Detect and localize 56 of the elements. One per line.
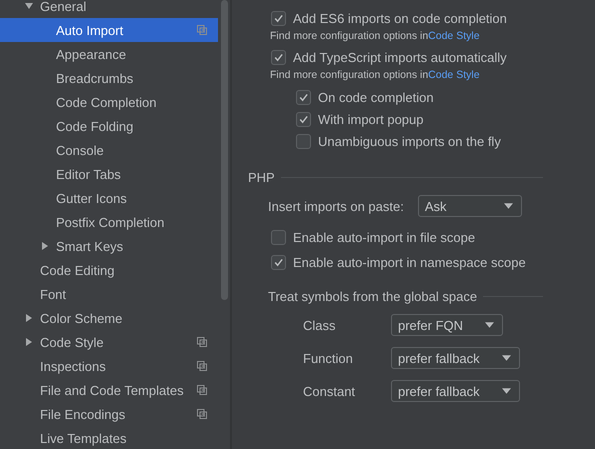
- caret-icon: [485, 322, 494, 328]
- hint-text: Find more configuration options inCode Style: [269, 29, 481, 44]
- checkbox[interactable]: [296, 134, 311, 148]
- sidebar-item[interactable]: Appearance: [0, 42, 218, 66]
- checkbox-label[interactable]: With import popup: [318, 112, 424, 126]
- field-label: Class: [303, 318, 336, 332]
- dropdown[interactable]: prefer FQN: [391, 314, 504, 336]
- caret-icon: [502, 388, 511, 394]
- checkbox-label[interactable]: Add TypeScript imports automatically: [293, 50, 507, 64]
- sidebar-item[interactable]: Font: [0, 282, 218, 306]
- checkbox-label[interactable]: Unambiguous imports on the fly: [318, 134, 501, 148]
- field-label: Function: [303, 350, 353, 366]
- group-title: Treat symbols from the global space: [268, 289, 478, 304]
- expand-arrow-icon[interactable]: [25, 2, 33, 10]
- sidebar-item[interactable]: Color Scheme: [0, 306, 218, 330]
- dropdown[interactable]: prefer fallback: [391, 347, 520, 369]
- checkbox[interactable]: [271, 230, 286, 245]
- checkbox-label[interactable]: Enable auto-import in file scope: [293, 230, 476, 245]
- expand-arrow-icon[interactable]: [41, 242, 49, 250]
- sidebar-item[interactable]: Gutter Icons: [0, 186, 218, 210]
- checkbox-label[interactable]: On code completion: [318, 90, 434, 104]
- sidebar-item[interactable]: General: [0, 0, 218, 18]
- sidebar-item[interactable]: Inspections: [0, 354, 218, 378]
- dropdown[interactable]: prefer fallback: [391, 380, 520, 402]
- checkbox[interactable]: [271, 255, 286, 270]
- sidebar-item[interactable]: Code Folding: [0, 114, 218, 138]
- sidebar-item[interactable]: File and Code Templates: [0, 378, 218, 402]
- expand-arrow-icon[interactable]: [25, 338, 33, 346]
- sidebar-item[interactable]: Postfix Completion: [0, 210, 218, 234]
- sidebar-item[interactable]: Editor Tabs: [0, 162, 218, 186]
- expand-arrow-icon[interactable]: [25, 314, 33, 322]
- sidebar-item[interactable]: Breadcrumbs: [0, 66, 218, 90]
- sidebar-item[interactable]: Live Templates: [0, 426, 218, 449]
- sidebar-item[interactable]: Auto Import: [0, 18, 218, 42]
- checkbox-label[interactable]: Enable auto-import in namespace scope: [293, 255, 526, 270]
- code-style-link[interactable]: Code Style: [428, 30, 480, 42]
- section-title: PHP: [248, 170, 275, 185]
- checkbox[interactable]: [271, 50, 286, 64]
- dropdown[interactable]: Ask: [418, 195, 522, 217]
- sidebar-item[interactable]: Code Editing: [0, 258, 218, 282]
- checkbox[interactable]: [296, 90, 311, 104]
- code-style-link[interactable]: Code Style: [428, 69, 480, 81]
- sidebar-item[interactable]: Code Style: [0, 330, 218, 354]
- caret-icon: [502, 355, 511, 361]
- field-label: Constant: [303, 384, 356, 398]
- checkbox-label[interactable]: Add ES6 imports on code completion: [293, 10, 507, 26]
- caret-icon: [504, 203, 513, 209]
- hint-text: Find more configuration options inCode Style: [269, 68, 481, 83]
- sidebar-item[interactable]: Code Completion: [0, 90, 218, 114]
- checkbox[interactable]: [271, 10, 286, 26]
- scrollbar-thumb[interactable]: [220, 0, 228, 300]
- sidebar-item[interactable]: Console: [0, 138, 218, 162]
- sidebar-item[interactable]: Smart Keys: [0, 234, 218, 258]
- checkbox[interactable]: [296, 112, 311, 126]
- field-label: Insert imports on paste:: [268, 198, 404, 214]
- sidebar-item[interactable]: File Encodings: [0, 402, 218, 426]
